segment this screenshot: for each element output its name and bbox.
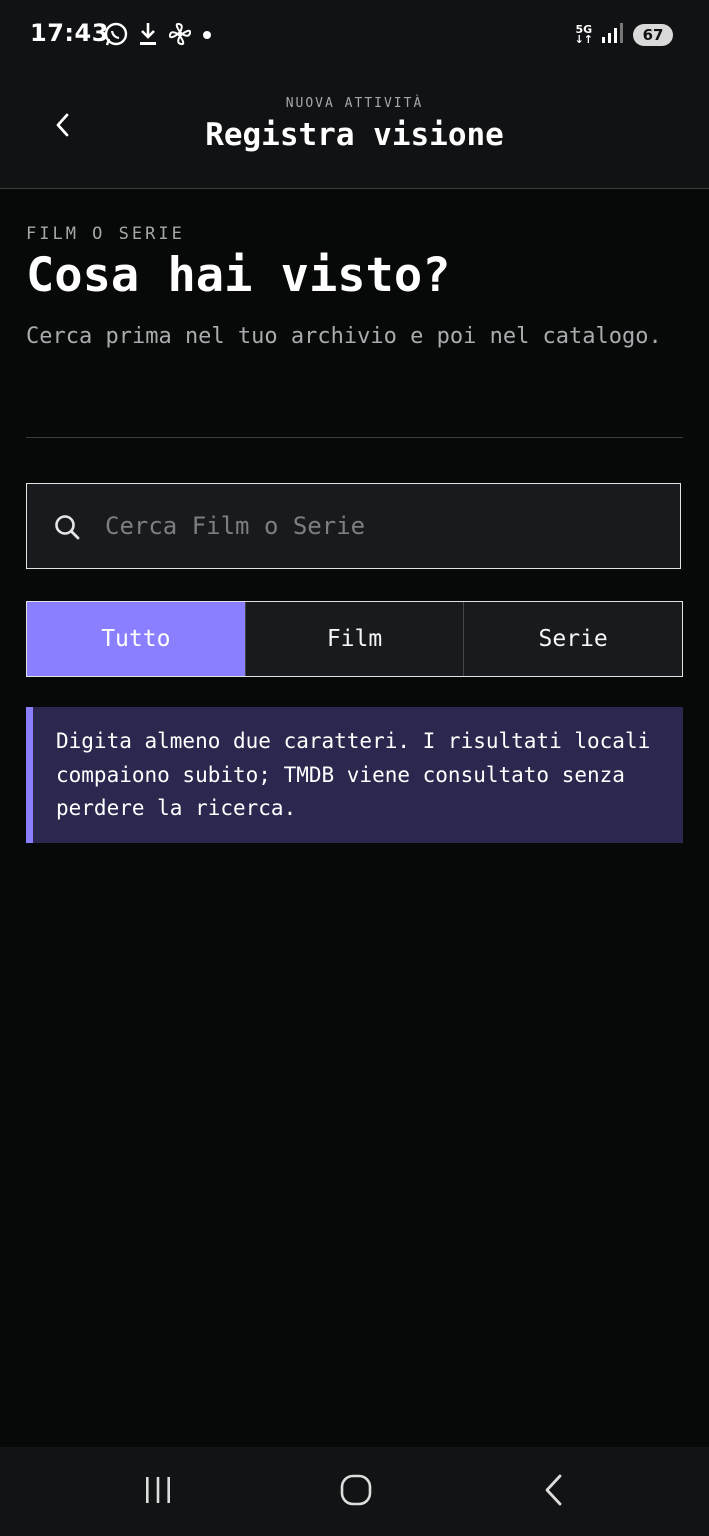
filter-tab-serie[interactable]: Serie <box>464 602 682 676</box>
back-icon <box>543 1474 565 1510</box>
info-text: Digita almeno due caratteri. I risultati… <box>56 729 651 820</box>
status-bar: 17:43 5G ↓↑ 67 <box>0 0 709 66</box>
home-icon <box>340 1474 372 1510</box>
status-right-icons: 5G ↓↑ 67 <box>575 22 673 48</box>
info-banner: Digita almeno due caratteri. I risultati… <box>26 707 683 843</box>
recent-apps-icon <box>143 1475 173 1509</box>
network-indicator: 5G ↓↑ <box>574 24 593 46</box>
header-eyebrow: NUOVA ATTIVITÀ <box>285 96 424 111</box>
section-eyebrow: FILM O SERIE <box>26 224 185 244</box>
whatsapp-icon <box>103 21 129 51</box>
signal-icon <box>601 22 625 48</box>
section-heading: Cosa hai visto? <box>26 248 451 303</box>
dot-icon <box>201 21 213 51</box>
nav-back-button[interactable] <box>524 1469 584 1515</box>
battery-indicator: 67 <box>633 24 673 46</box>
home-button[interactable] <box>326 1469 386 1515</box>
type-filter: Tutto Film Serie <box>26 601 683 677</box>
filter-tab-film[interactable]: Film <box>246 602 465 676</box>
status-left-icons <box>103 21 213 51</box>
page-title: Registra visione <box>205 117 504 153</box>
search-box[interactable] <box>26 483 681 569</box>
app-header: NUOVA ATTIVITÀ Registra visione <box>0 66 709 189</box>
fan-icon <box>167 21 193 51</box>
divider <box>26 437 683 438</box>
data-arrows-icon: ↓↑ <box>574 33 593 46</box>
system-nav-bar <box>0 1447 709 1536</box>
search-input[interactable] <box>105 484 665 568</box>
download-icon <box>137 21 159 51</box>
search-icon <box>54 514 80 544</box>
status-time: 17:43 <box>30 19 109 47</box>
section-subtitle: Cerca prima nel tuo archivio e poi nel c… <box>26 324 662 349</box>
recent-apps-button[interactable] <box>128 1469 188 1515</box>
filter-tab-tutto[interactable]: Tutto <box>27 602 246 676</box>
